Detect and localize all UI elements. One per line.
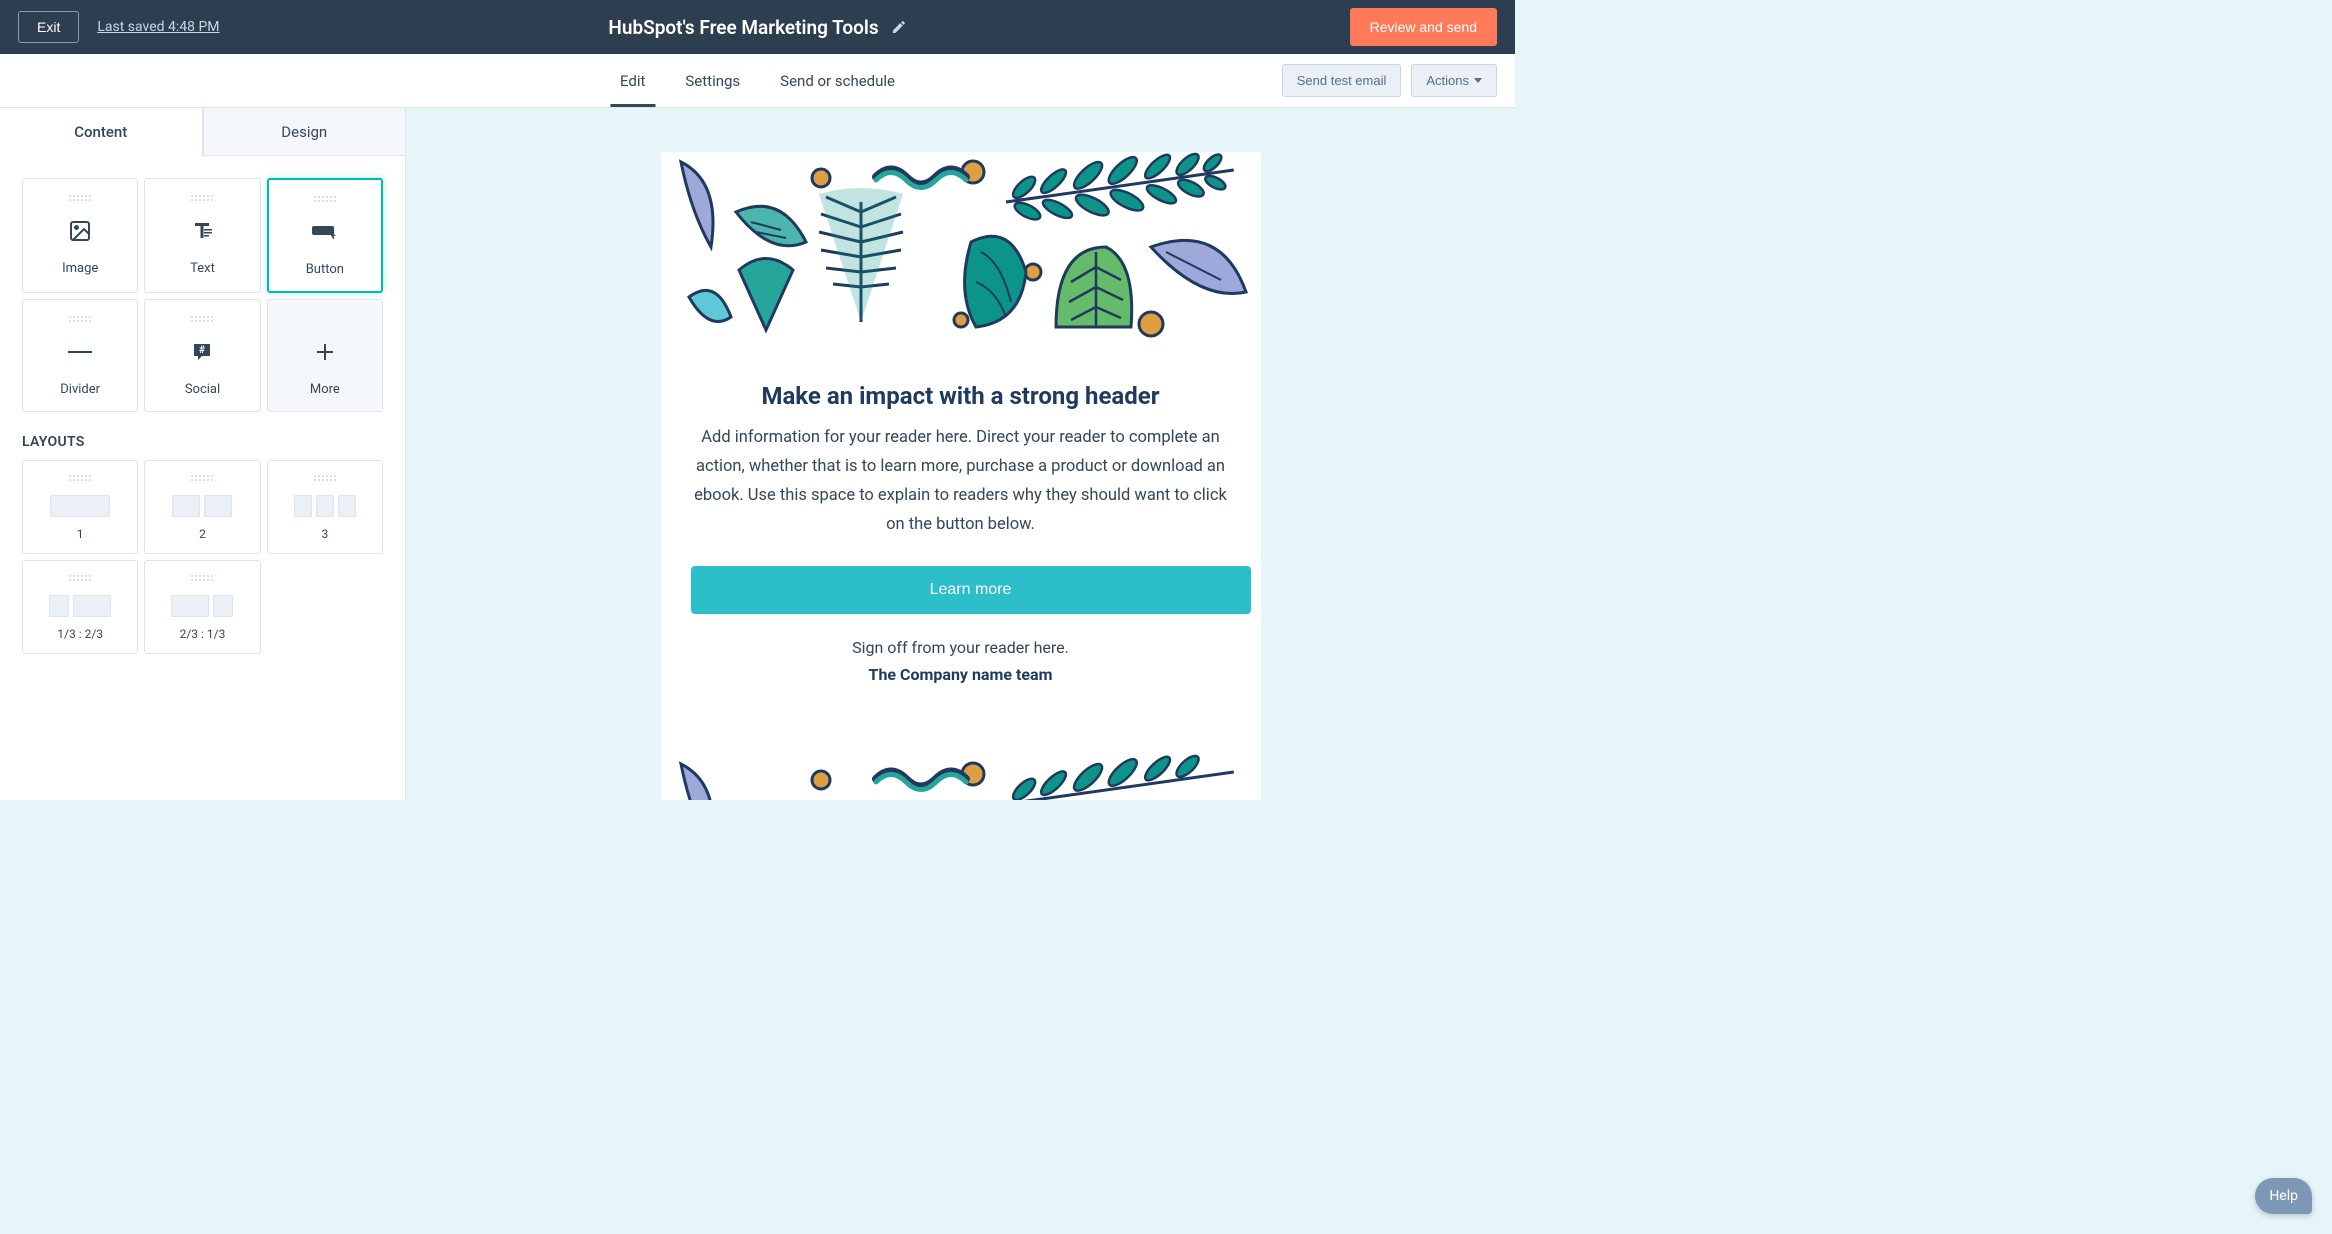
email-team[interactable]: The Company name team [691, 665, 1231, 684]
grip-icon [68, 316, 92, 322]
divider-icon [66, 334, 94, 370]
layout-label: 2 [199, 527, 206, 541]
text-icon [190, 213, 214, 249]
block-label: Image [62, 261, 98, 276]
grip-icon [68, 575, 92, 581]
page-title: HubSpot's Free Marketing Tools [608, 16, 878, 39]
review-send-button[interactable]: Review and send [1350, 8, 1497, 46]
email-footer-image[interactable] [661, 754, 1261, 801]
layout-3[interactable]: 3 [267, 460, 383, 554]
actions-label: Actions [1426, 73, 1469, 88]
grip-icon [190, 195, 214, 201]
help-bubble[interactable]: Help [2255, 1178, 2312, 1214]
layout-preview [294, 495, 356, 517]
sidebar-tab-content[interactable]: Content [0, 108, 203, 156]
grip-icon [68, 475, 92, 481]
block-more[interactable]: More [267, 299, 383, 412]
layout-preview [172, 495, 232, 517]
layout-2[interactable]: 2 [144, 460, 260, 554]
layout-preview [50, 495, 110, 517]
grip-icon [313, 475, 337, 481]
exit-button[interactable]: Exit [18, 11, 79, 43]
block-label: Button [306, 262, 344, 277]
grip-icon [190, 316, 214, 322]
block-text[interactable]: Text [144, 178, 260, 293]
send-test-email-button[interactable]: Send test email [1282, 64, 1402, 97]
blocks-panel: Image Text Button Divid [0, 156, 405, 676]
layout-1-3-2-3[interactable]: 1/3 : 2/3 [22, 560, 138, 654]
layout-preview [49, 595, 111, 617]
sidebar-tab-design[interactable]: Design [203, 108, 406, 156]
tab-edit[interactable]: Edit [620, 54, 645, 107]
email-heading[interactable]: Make an impact with a strong header [691, 382, 1231, 410]
grip-icon [68, 195, 92, 201]
layouts-header: LAYOUTS [22, 434, 383, 450]
sidebar: Content Design Image Text [0, 108, 406, 800]
topbar: Exit Last saved 4:48 PM HubSpot's Free M… [0, 0, 1515, 54]
block-image[interactable]: Image [22, 178, 138, 293]
email-preview[interactable]: Make an impact with a strong header Add … [661, 152, 1261, 800]
page-title-wrap: HubSpot's Free Marketing Tools [608, 16, 906, 39]
actions-dropdown[interactable]: Actions [1411, 64, 1497, 97]
main: Content Design Image Text [0, 108, 1515, 800]
block-social[interactable]: # Social [144, 299, 260, 412]
caret-down-icon [1474, 78, 1482, 83]
email-paragraph[interactable]: Add information for your reader here. Di… [691, 424, 1231, 540]
social-icon: # [190, 334, 214, 370]
sidebar-tabs: Content Design [0, 108, 405, 156]
secondary-bar: Edit Settings Send or schedule Send test… [0, 54, 1515, 108]
block-button[interactable]: Button [267, 178, 383, 293]
layout-label: 1 [77, 527, 84, 541]
plus-icon [315, 334, 335, 370]
email-body[interactable]: Make an impact with a strong header Add … [661, 344, 1261, 714]
block-label: More [310, 382, 340, 397]
layout-label: 3 [321, 527, 328, 541]
layout-2-3-1-3[interactable]: 2/3 : 1/3 [144, 560, 260, 654]
layout-1[interactable]: 1 [22, 460, 138, 554]
layout-label: 2/3 : 1/3 [180, 627, 226, 641]
block-divider[interactable]: Divider [22, 299, 138, 412]
email-signoff[interactable]: Sign off from your reader here. [691, 638, 1231, 657]
edit-title-icon[interactable] [891, 19, 907, 35]
last-saved-link[interactable]: Last saved 4:48 PM [97, 19, 219, 35]
editor-tabs: Edit Settings Send or schedule [620, 54, 895, 107]
button-icon [310, 214, 340, 250]
email-cta-button[interactable]: Learn more [691, 566, 1251, 614]
grip-icon [190, 575, 214, 581]
svg-text:#: # [200, 345, 206, 356]
block-label: Text [190, 261, 215, 276]
email-hero-image[interactable] [661, 152, 1261, 344]
layout-label: 1/3 : 2/3 [57, 627, 103, 641]
layout-preview [171, 595, 233, 617]
image-icon [68, 213, 92, 249]
block-label: Social [185, 382, 220, 397]
grip-icon [313, 196, 337, 202]
grip-icon [190, 475, 214, 481]
canvas[interactable]: Make an impact with a strong header Add … [406, 108, 1515, 800]
tab-settings[interactable]: Settings [685, 54, 740, 107]
block-label: Divider [60, 382, 100, 397]
tab-send-schedule[interactable]: Send or schedule [780, 54, 895, 107]
